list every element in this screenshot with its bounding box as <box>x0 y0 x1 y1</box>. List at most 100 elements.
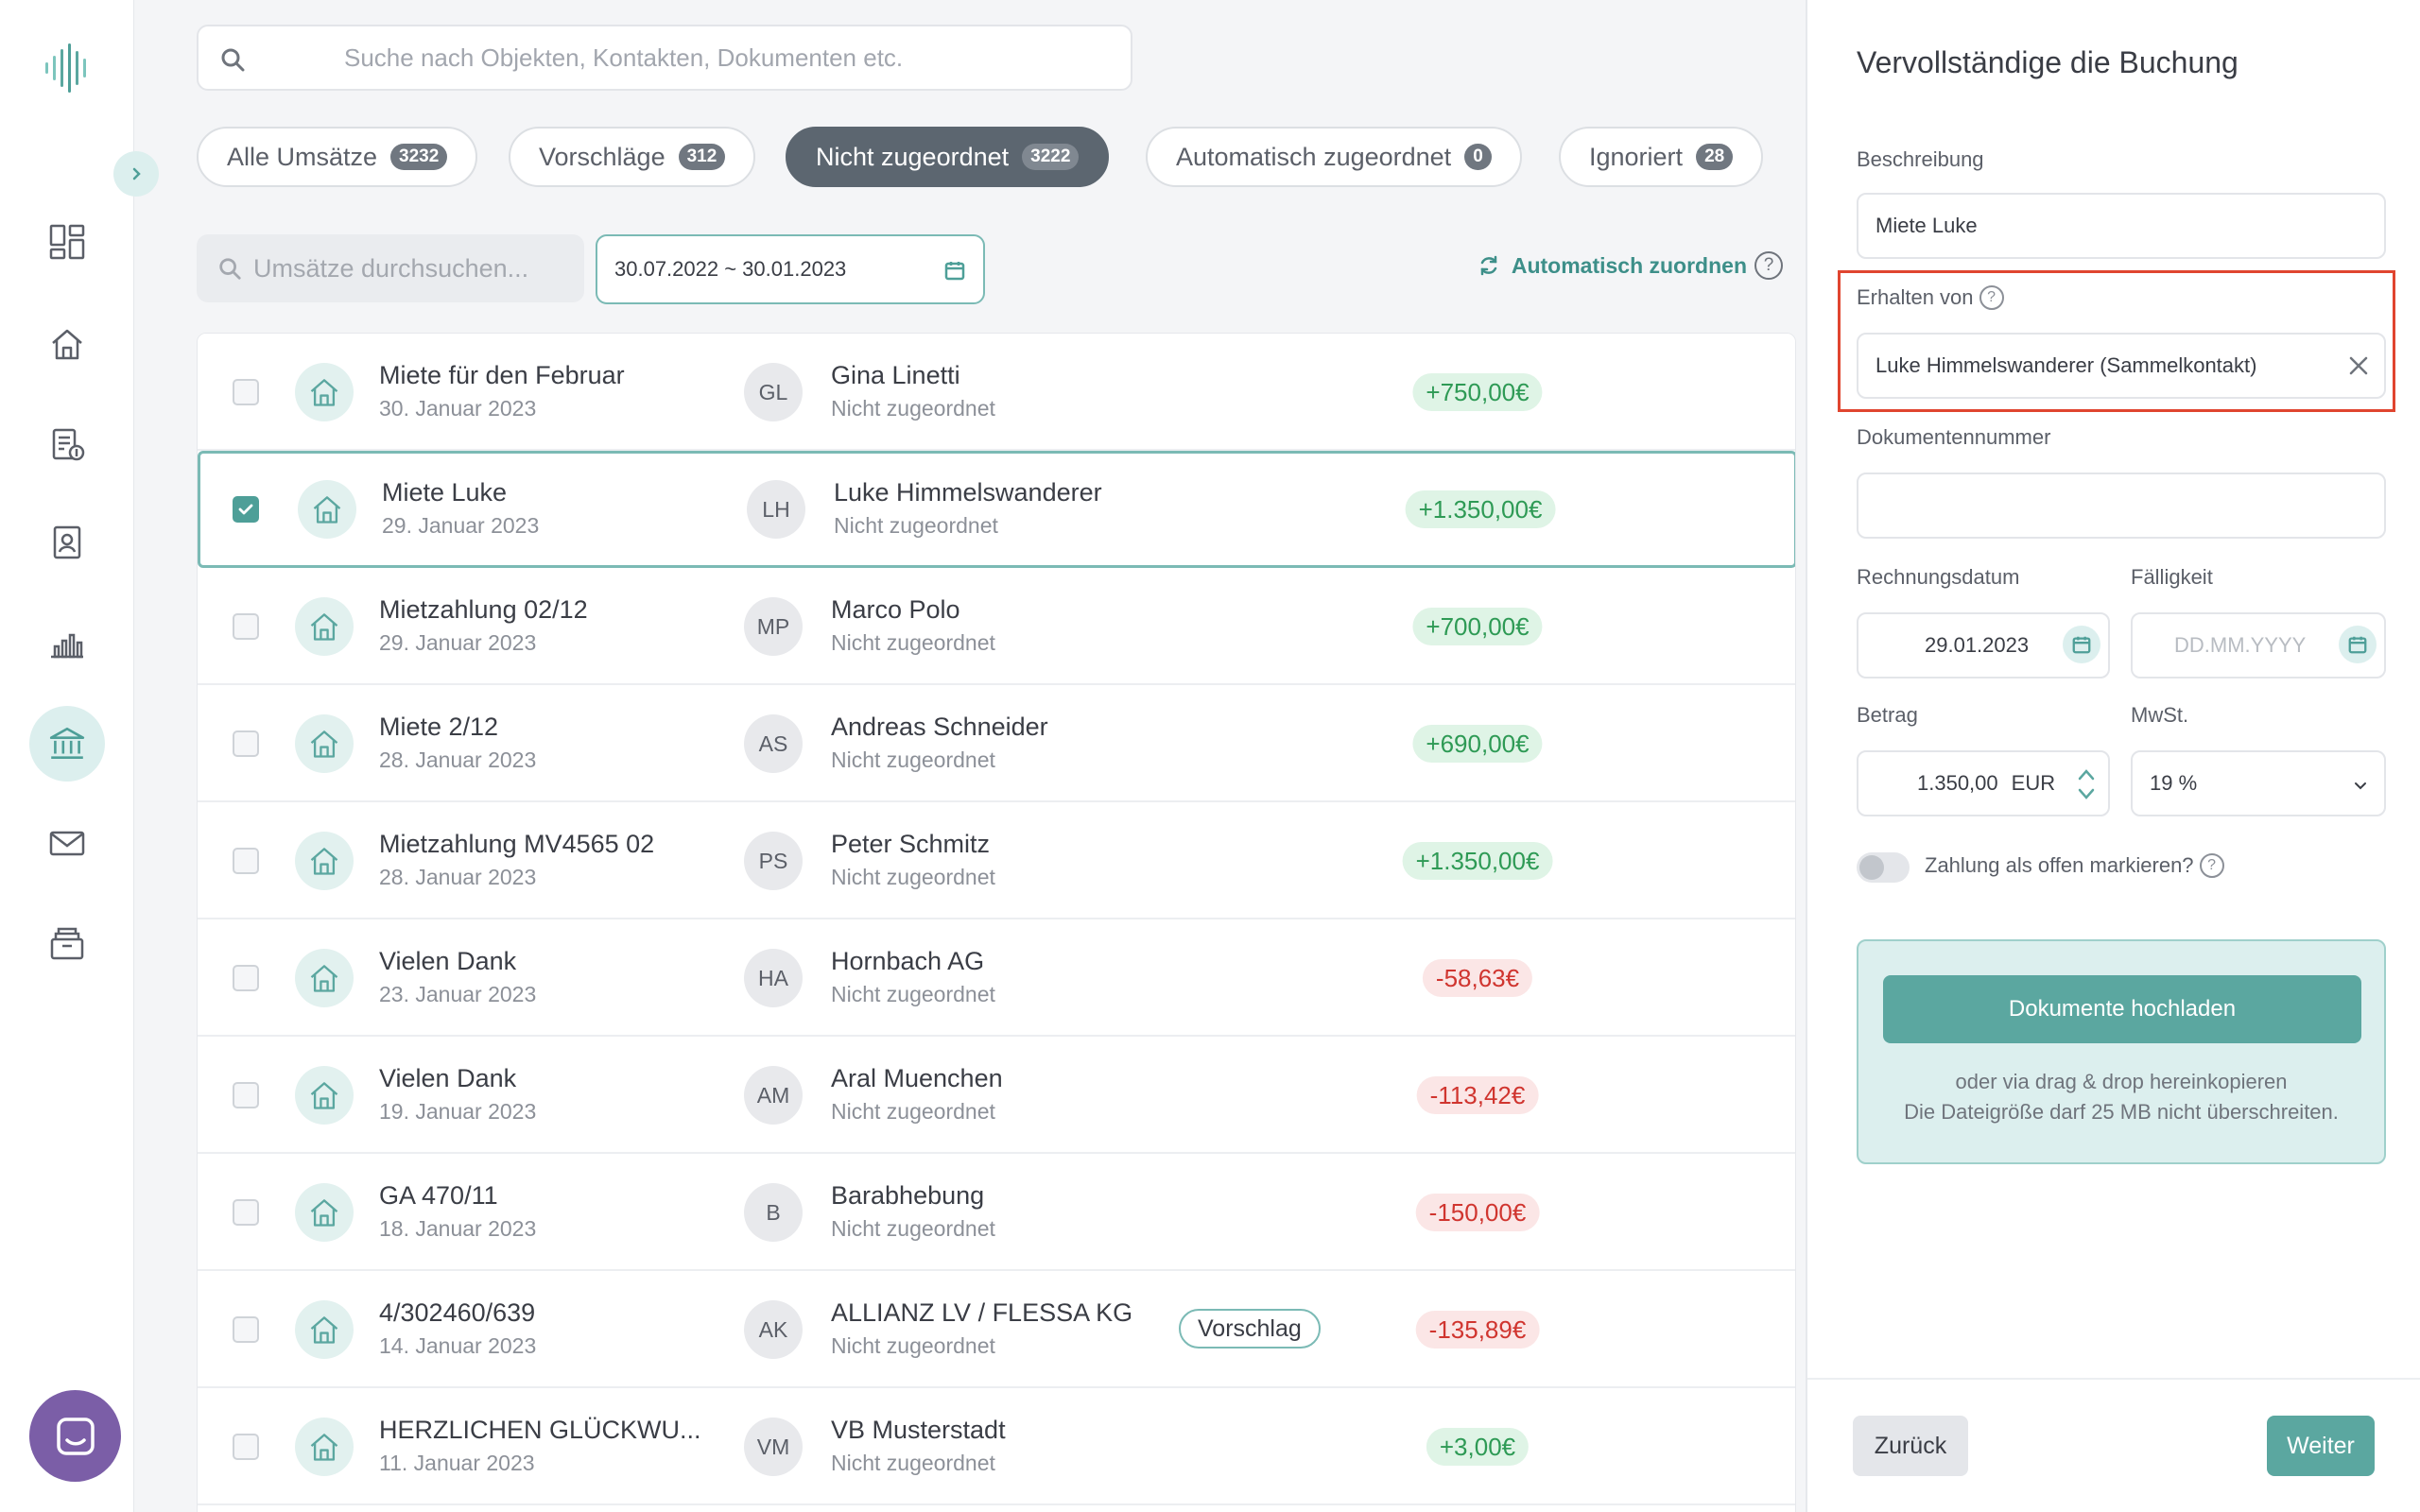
house-icon <box>310 1199 338 1227</box>
auto-assign-label: Automatisch zuordnen <box>1511 252 1747 278</box>
assignment-status: Nicht zugeordnet <box>831 1099 995 1124</box>
vat-select[interactable]: 19 % <box>2131 750 2386 816</box>
waveform-logo[interactable] <box>42 42 95 94</box>
transaction-row[interactable]: Miete Luke 29. Januar 2023 LH Luke Himmelsw… <box>198 451 1795 568</box>
transaction-row[interactable]: Vielen Dank 23. Januar 2023 HA Hornbach AG N… <box>198 919 1795 1037</box>
assignment-status: Nicht zugeordnet <box>831 747 995 772</box>
due-label: Fälligkeit <box>2131 565 2213 590</box>
stepper-icon[interactable] <box>2076 764 2097 805</box>
row-checkbox[interactable] <box>233 965 259 991</box>
check-icon <box>238 504 253 515</box>
row-checkbox[interactable] <box>233 848 259 874</box>
invoice-date-field[interactable]: 29.01.2023 <box>1857 612 2110 679</box>
row-checkbox[interactable] <box>233 730 259 757</box>
nav-invoices[interactable] <box>29 406 105 482</box>
amount-field[interactable]: 1.350,00 EUR <box>1857 750 2110 816</box>
search-icon <box>219 258 241 280</box>
search-icon <box>221 48 245 72</box>
date-range-picker[interactable]: 30.07.2022 ~ 30.01.2023 <box>596 234 985 304</box>
tab-automatisch-zugeordnet[interactable]: Automatisch zugeordnet 0 <box>1146 127 1522 187</box>
bank-icon <box>49 727 85 760</box>
upload-hint-drag-drop: oder via drag & drop hereinkopieren <box>1955 1070 2288 1093</box>
row-checkbox[interactable] <box>233 496 259 523</box>
chart-icon <box>51 633 83 659</box>
invoice-date-calendar-button[interactable] <box>2063 626 2100 663</box>
row-checkbox[interactable] <box>233 1316 259 1343</box>
invoice-date-label: Rechnungsdatum <box>1857 565 2019 590</box>
open-payment-toggle[interactable] <box>1857 852 1910 883</box>
global-search-input[interactable] <box>344 26 1119 89</box>
global-search[interactable] <box>197 25 1132 91</box>
transaction-title: Mietzahlung MV4565 02 <box>379 830 655 858</box>
upload-documents-button[interactable]: Dokumente hochladen <box>1883 975 2361 1043</box>
back-button[interactable]: Zurück <box>1853 1416 1968 1476</box>
transaction-row[interactable]: Miete 2/12 28. Januar 2023 AS Andreas Schne… <box>198 685 1795 802</box>
close-icon[interactable] <box>2344 352 2373 380</box>
transaction-row[interactable]: 4/302460/639 14. Januar 2023 AK ALLIANZ LV … <box>198 1271 1795 1388</box>
archive-icon <box>50 927 84 960</box>
nav-mail[interactable] <box>29 805 105 881</box>
nav-home[interactable] <box>29 306 105 382</box>
upload-dropzone[interactable]: Dokumente hochladen oder via drag & drop… <box>1857 939 2386 1164</box>
amount-label-text: Betrag <box>1857 703 1918 727</box>
help-icon[interactable]: ? <box>2199 853 2224 878</box>
transaction-row[interactable]: GA 470/11 18. Januar 2023 B Barabhebung Nich… <box>198 1154 1795 1271</box>
due-date-calendar-button[interactable] <box>2339 626 2377 663</box>
toggle-knob <box>1859 855 1884 880</box>
nav-bank[interactable] <box>29 706 105 782</box>
property-avatar <box>295 949 354 1007</box>
document-number-field[interactable] <box>1857 472 2386 539</box>
transaction-title: 4/302460/639 <box>379 1298 536 1327</box>
contact-avatar: GL <box>744 363 803 421</box>
transaction-date: 18. Januar 2023 <box>379 1216 537 1241</box>
transaction-row[interactable]: Vielen Dank 19. Januar 2023 AM Aral Muenche… <box>198 1037 1795 1154</box>
invoice-icon <box>52 428 85 461</box>
contact-avatar: AM <box>744 1066 803 1125</box>
transaction-row[interactable]: Mietzahlung 02/12 29. Januar 2023 MP Marco … <box>198 568 1795 685</box>
due-date-field[interactable]: DD.MM.YYYY <box>2131 612 2386 679</box>
transaction-row[interactable]: Miete für den Februar 30. Januar 2023 GL Gi… <box>198 334 1795 451</box>
home-icon <box>52 329 82 360</box>
contact-avatar: AS <box>744 714 803 773</box>
received-from-value: Luke Himmelswanderer (Sammelkontakt) <box>1876 353 2257 377</box>
row-checkbox[interactable] <box>233 379 259 405</box>
tab-label: Vorschläge <box>539 142 666 171</box>
tab-nicht-zugeordnet[interactable]: Nicht zugeordnet 3222 <box>786 127 1110 187</box>
transaction-date: 29. Januar 2023 <box>379 630 537 655</box>
contact-name: Hornbach AG <box>831 947 985 975</box>
tab-vorschlaege[interactable]: Vorschläge 312 <box>509 127 756 187</box>
transaction-date: 14. Januar 2023 <box>379 1333 537 1358</box>
nav-reports[interactable] <box>29 605 105 680</box>
row-checkbox[interactable] <box>233 613 259 640</box>
received-from-label-text: Erhalten von <box>1857 285 1974 309</box>
chat-button[interactable] <box>29 1390 121 1482</box>
row-checkbox[interactable] <box>233 1199 259 1226</box>
main-content: Alle Umsätze 3232 Vorschläge 312 Nicht z… <box>134 0 1806 1512</box>
auto-assign-button[interactable]: Automatisch zuordnen ? <box>1478 251 1783 280</box>
help-icon[interactable]: ? <box>1979 285 2004 310</box>
tab-alle-umsaetze[interactable]: Alle Umsätze 3232 <box>197 127 478 187</box>
house-icon <box>310 1082 338 1109</box>
tab-count-badge: 28 <box>1696 144 1734 170</box>
calendar-icon <box>944 262 965 281</box>
next-button[interactable]: Weiter <box>2267 1416 2375 1476</box>
suggestion-badge[interactable]: Vorschlag <box>1179 1309 1321 1349</box>
help-icon[interactable]: ? <box>1754 251 1783 280</box>
row-checkbox[interactable] <box>233 1434 259 1460</box>
nav-dashboard[interactable] <box>29 204 105 280</box>
transactions-search[interactable]: Umsätze durchsuchen... <box>197 234 584 302</box>
row-checkbox[interactable] <box>233 1082 259 1108</box>
nav-archive[interactable] <box>29 905 105 981</box>
tab-ignoriert[interactable]: Ignoriert 28 <box>1559 127 1764 187</box>
contact-avatar: AK <box>744 1300 803 1359</box>
sidebar-collapse-button[interactable] <box>113 151 159 197</box>
contact-name: Aral Muenchen <box>831 1064 1003 1092</box>
received-from-field[interactable]: Luke Himmelswanderer (Sammelkontakt) <box>1857 333 2386 399</box>
description-field[interactable]: Miete Luke <box>1857 193 2386 259</box>
nav-contacts[interactable] <box>29 505 105 580</box>
transaction-row[interactable]: HERZLICHEN GLÜCKWU... 11. Januar 2023 VM VB… <box>198 1388 1795 1505</box>
open-payment-label: Zahlung als offen markieren? ? <box>1925 853 2224 878</box>
property-avatar <box>298 480 356 539</box>
transaction-row[interactable]: Mietzahlung MV4565 02 28. Januar 2023 PS Pe… <box>198 802 1795 919</box>
vat-value: 19 % <box>2150 771 2198 795</box>
